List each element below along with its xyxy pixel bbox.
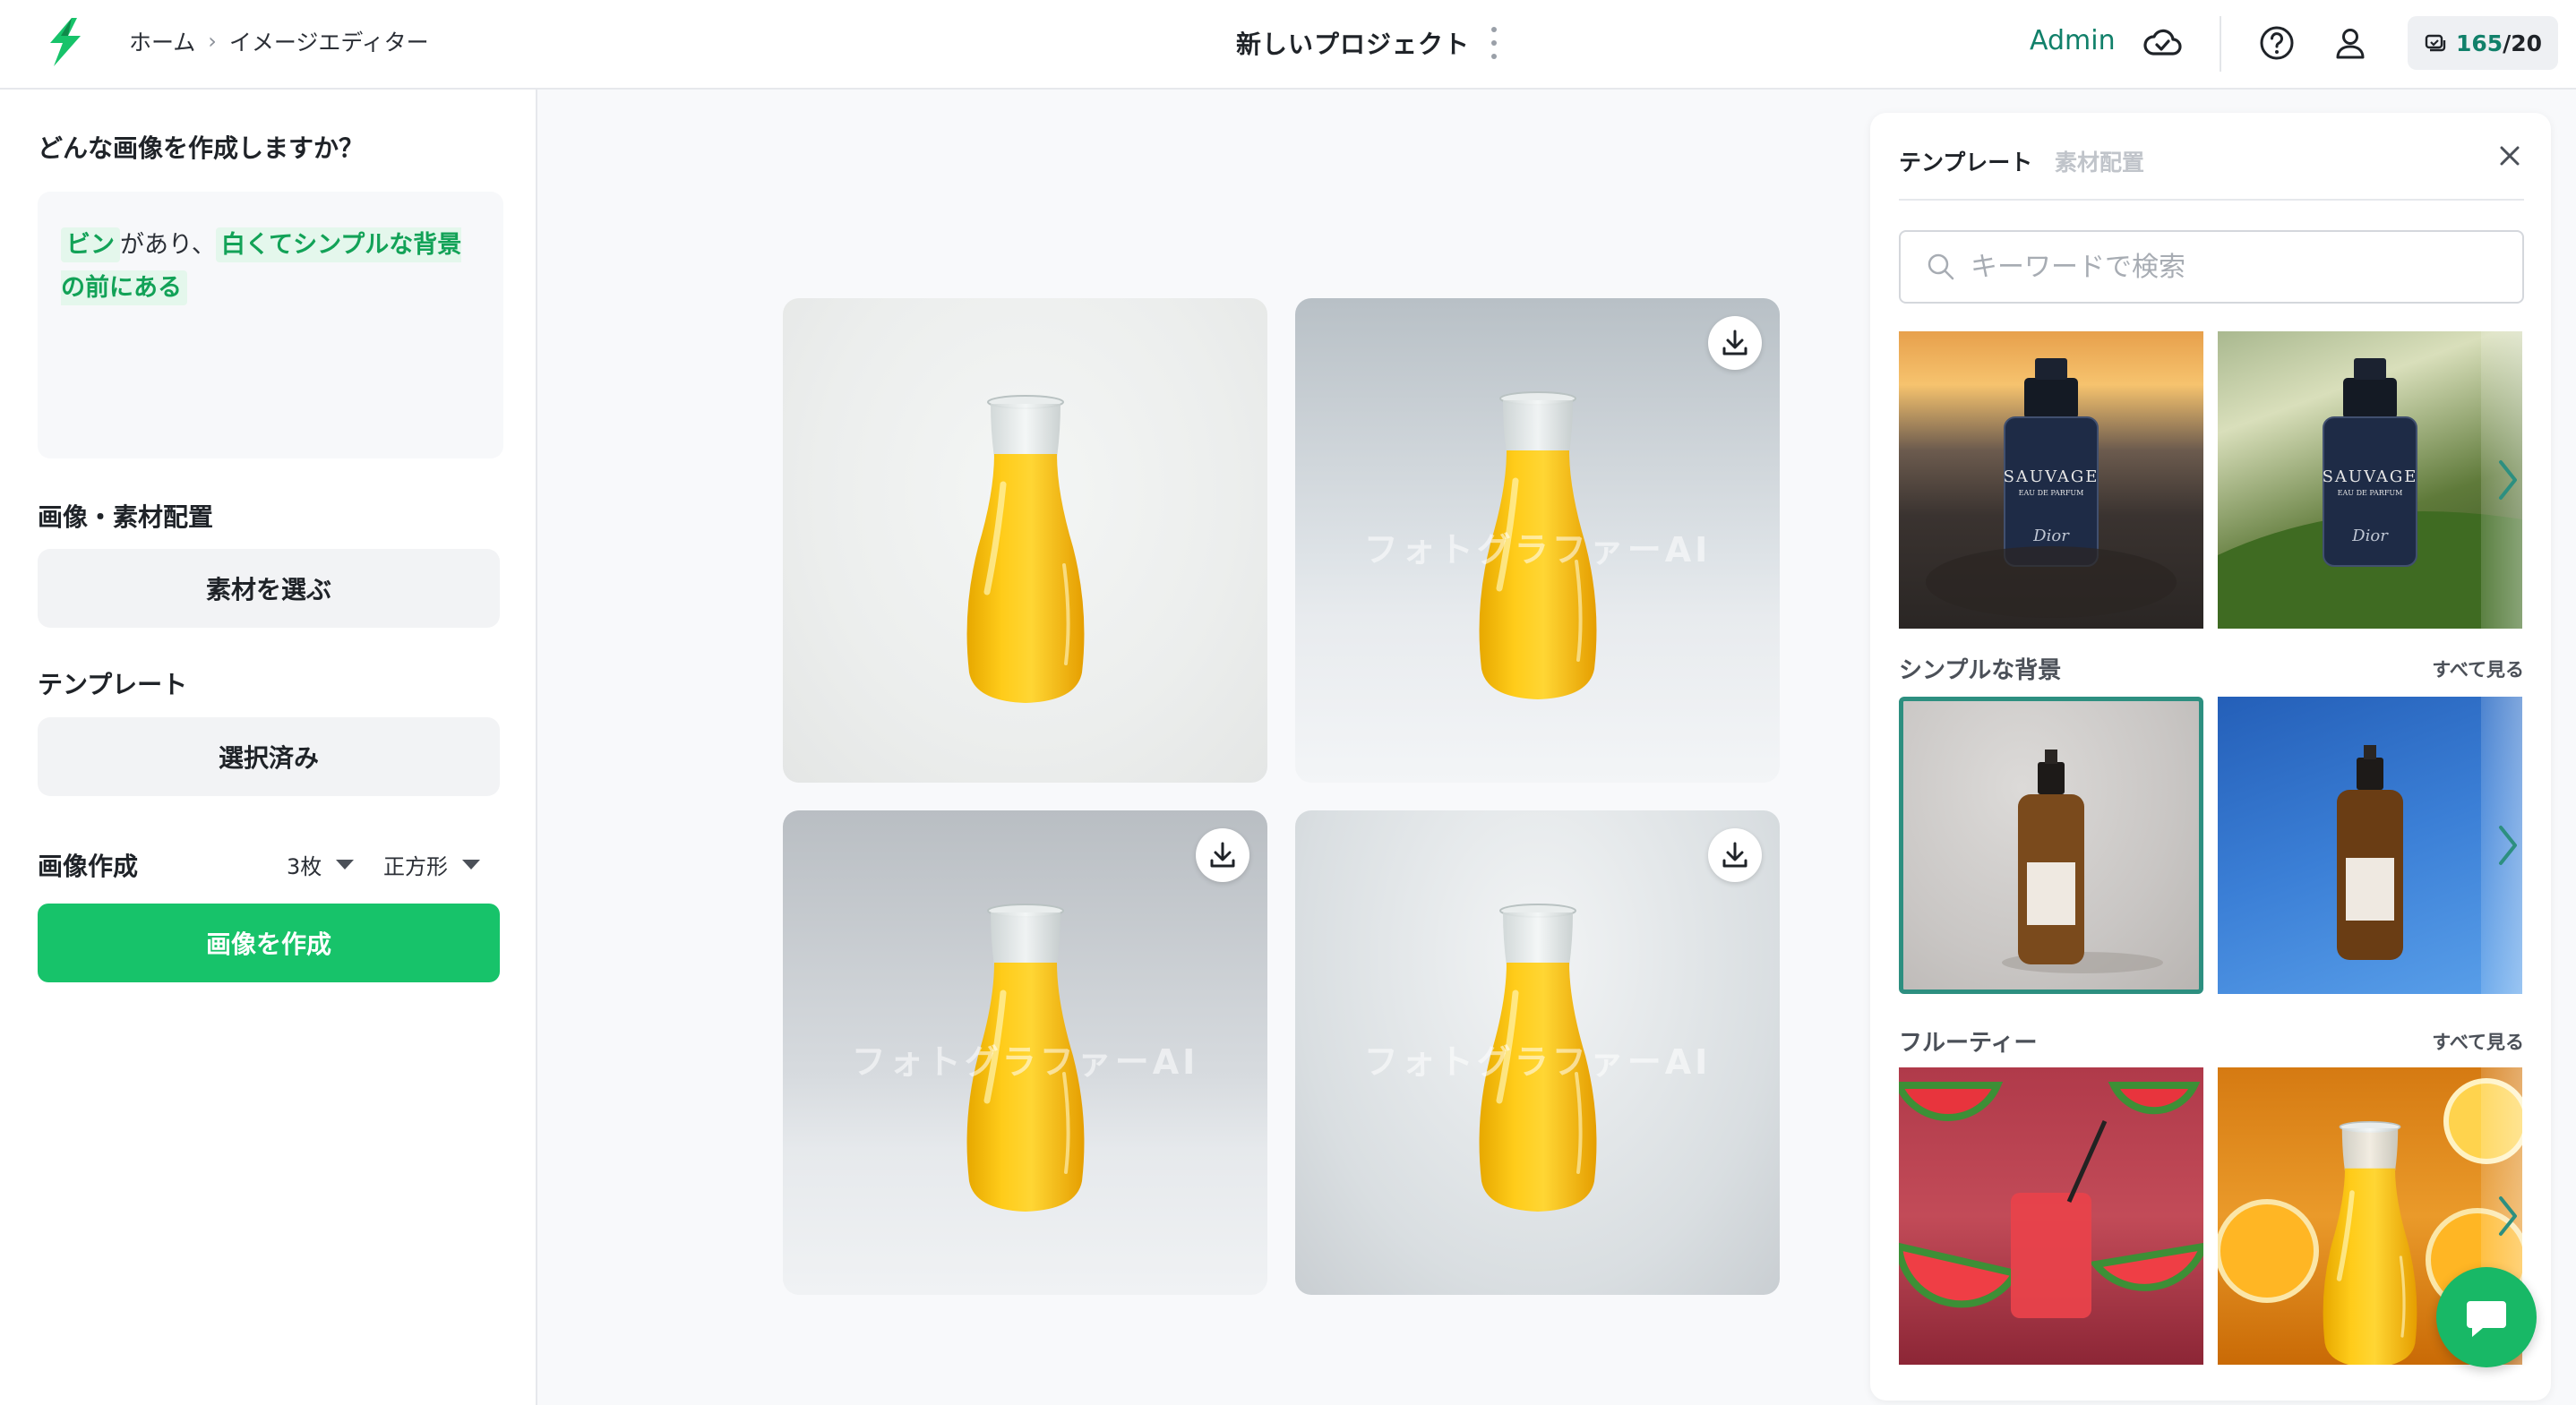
template-tile-simple-gray[interactable] [1899,697,2203,994]
user-name[interactable]: Admin [2030,25,2116,56]
project-menu-icon[interactable] [1487,27,1501,59]
result-image-2[interactable]: フォトグラファーAI [1295,298,1780,783]
breadcrumb-current: イメージエディター [228,30,429,56]
watermark-text: フォトグラファーAI [1363,530,1712,570]
template-tile-perfume-sunset[interactable]: SAUVAGE EAU DE PARFUM Dior [1899,331,2203,629]
result-image-4[interactable]: フォトグラファーAI [1295,810,1780,1295]
perfume-label-sub: EAU DE PARFUM [2018,489,2084,497]
chevron-down-icon [462,860,480,870]
shape-dropdown[interactable]: 正方形 [383,849,480,880]
amber-bottle-image [2337,745,2403,960]
template-tile-fruity-watermelon[interactable] [1899,1067,2203,1365]
download-button[interactable] [1708,828,1762,882]
juice-bottle-image [958,395,1093,708]
section-title-fruity: フルーティー [1899,1030,2038,1057]
panel-divider [1899,199,2524,201]
breadcrumb-separator: › [208,29,217,54]
result-image-1[interactable] [783,298,1267,783]
watermark-text: フォトグラファーAI [851,1042,1199,1082]
project-title[interactable]: 新しいプロジェクト [1236,25,1470,61]
chat-support-button[interactable] [2436,1267,2537,1367]
download-icon [1719,839,1751,871]
chevron-right-icon[interactable] [2492,1189,2524,1243]
tab-templates[interactable]: テンプレート [1899,145,2032,177]
search-input[interactable] [1969,250,2506,284]
header-divider [2220,16,2221,72]
assets-heading: 画像・素材配置 [38,502,214,532]
breadcrumb: ホーム › イメージエディター [129,25,429,57]
credits-used: 165 [2455,30,2503,56]
perfume-label-brand: SAUVAGE [2322,467,2418,486]
see-all-link-fruity[interactable]: すべて見る [2432,1028,2524,1055]
download-icon [1719,327,1751,359]
tab-asset-layout[interactable]: 素材配置 [2055,145,2144,177]
chevron-right-icon[interactable] [2492,818,2524,872]
credits-badge[interactable]: 165/20 [2408,16,2558,70]
prompt-chip-object[interactable]: ビン [61,227,120,262]
perfume-label-maker: Dior [2033,527,2069,545]
result-image-3[interactable]: フォトグラファーAI [783,810,1267,1295]
template-panel: テンプレート 素材配置 SAUVAGE EAU DE PARFUM Dior S… [1870,113,2551,1401]
perfume-label-sub: EAU DE PARFUM [2337,489,2403,497]
watermark-text: フォトグラファーAI [1363,1042,1712,1082]
top-header: ホーム › イメージエディター 新しいプロジェクト Admin 165/20 [0,0,2576,90]
prompt-heading: どんな画像を作成しますか？ [38,133,365,163]
credits-total: 20 [2511,30,2543,56]
breadcrumb-home-link[interactable]: ホーム [129,25,195,57]
prompt-editor[interactable]: ビン があり、 白くてシンプルな背景の前にある [38,192,503,458]
count-value: 3枚 [287,854,322,879]
close-icon[interactable] [2495,141,2524,170]
choose-assets-button[interactable]: 素材を選ぶ [38,549,500,628]
create-heading: 画像作成 [38,852,139,881]
perfume-label-maker: Dior [2352,527,2388,545]
create-image-button[interactable]: 画像を作成 [38,904,500,982]
chevron-right-icon[interactable] [2492,453,2524,507]
see-all-link-simple[interactable]: すべて見る [2432,655,2524,682]
section-title-simple: シンプルな背景 [1899,657,2062,684]
shape-value: 正方形 [383,854,448,879]
amber-bottle-image [2002,750,2163,973]
credits-separator: / [2503,30,2512,56]
credits-icon [2425,34,2446,52]
template-search [1899,230,2524,304]
count-dropdown[interactable]: 3枚 [287,849,355,880]
search-icon [1928,253,1954,280]
download-icon [1206,839,1239,871]
template-selected-button[interactable]: 選択済み [38,717,500,796]
app-logo-icon[interactable] [45,16,88,68]
chat-bubble-icon [2467,1301,2506,1337]
prompt-text: があり、 [120,231,216,259]
download-button[interactable] [1196,828,1249,882]
chevron-down-icon [336,860,355,870]
download-button[interactable] [1708,316,1762,370]
template-tile-simple-blue[interactable] [2218,697,2522,994]
help-circle-icon[interactable] [2255,21,2298,64]
left-panel: どんな画像を作成しますか？ ビン があり、 白くてシンプルな背景の前にある 画像・素… [0,90,537,1405]
template-heading: テンプレート [38,670,188,699]
template-tile-perfume-leaf[interactable]: SAUVAGE EAU DE PARFUM Dior [2218,331,2522,629]
perfume-label-brand: SAUVAGE [2003,467,2099,486]
cloud-sync-icon[interactable] [2141,21,2184,64]
watermelon-drink-image [1899,1082,2203,1318]
user-icon[interactable] [2329,21,2372,64]
